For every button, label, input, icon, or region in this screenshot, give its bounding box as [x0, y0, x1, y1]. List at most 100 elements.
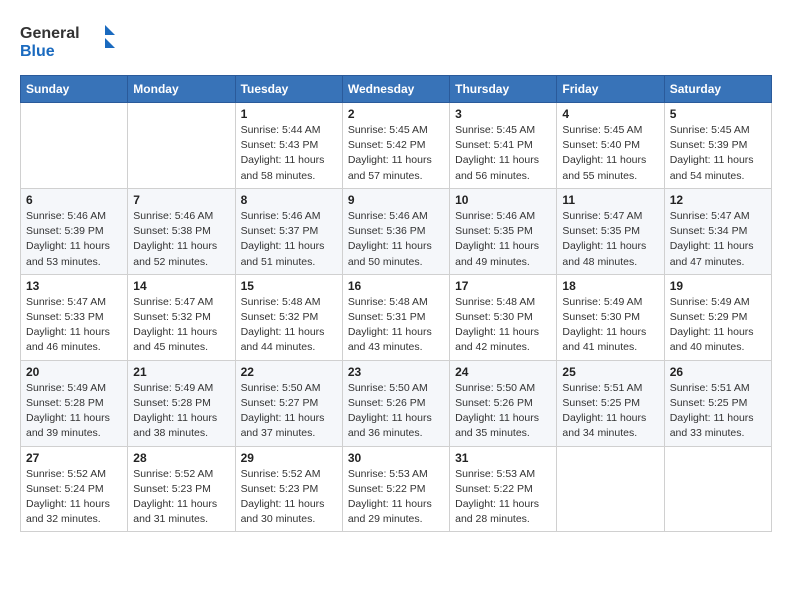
day-number: 12: [670, 193, 766, 207]
svg-text:Blue: Blue: [20, 43, 55, 60]
calendar-cell: 25 Sunrise: 5:51 AM Sunset: 5:25 PM Dayli…: [557, 360, 664, 446]
calendar-cell: 11Sunrise: 5:47 AM Sunset: 5:35 PM Dayli…: [557, 188, 664, 274]
day-info: Sunrise: 5:47 AM Sunset: 5:34 PM Dayligh…: [670, 209, 766, 270]
day-number: 22: [241, 365, 337, 379]
weekday-header-friday: Friday: [557, 76, 664, 103]
day-info: Sunrise: 5:44 AM Sunset: 5:43 PM Dayligh…: [241, 123, 337, 184]
day-number: 29: [241, 451, 337, 465]
calendar-cell: 21 Sunrise: 5:49 AM Sunset: 5:28 PM Dayli…: [128, 360, 235, 446]
day-number: 25: [562, 365, 658, 379]
day-number: 13: [26, 279, 122, 293]
calendar-cell: 30 Sunrise: 5:53 AM Sunset: 5:22 PM Dayli…: [342, 446, 449, 532]
day-number: 4: [562, 107, 658, 121]
calendar-cell: 27 Sunrise: 5:52 AM Sunset: 5:24 PM Dayli…: [21, 446, 128, 532]
day-number: 6: [26, 193, 122, 207]
day-number: 20: [26, 365, 122, 379]
weekday-header-saturday: Saturday: [664, 76, 771, 103]
calendar-cell: 23Sunrise: 5:50 AM Sunset: 5:26 PM Dayli…: [342, 360, 449, 446]
day-info: Sunrise: 5:45 AM Sunset: 5:40 PM Dayligh…: [562, 123, 658, 184]
day-info: Sunrise: 5:45 AM Sunset: 5:39 PM Dayligh…: [670, 123, 766, 184]
calendar-cell: 4 Sunrise: 5:45 AM Sunset: 5:40 PM Daylig…: [557, 103, 664, 189]
day-number: 18: [562, 279, 658, 293]
day-info: Sunrise: 5:50 AM Sunset: 5:26 PM Dayligh…: [455, 381, 551, 442]
weekday-header-monday: Monday: [128, 76, 235, 103]
day-number: 2: [348, 107, 444, 121]
day-info: Sunrise: 5:47 AM Sunset: 5:33 PM Dayligh…: [26, 295, 122, 356]
calendar-cell: 26Sunrise: 5:51 AM Sunset: 5:25 PM Dayli…: [664, 360, 771, 446]
weekday-header-thursday: Thursday: [450, 76, 557, 103]
day-number: 8: [241, 193, 337, 207]
day-number: 17: [455, 279, 551, 293]
day-info: Sunrise: 5:49 AM Sunset: 5:30 PM Dayligh…: [562, 295, 658, 356]
calendar-cell: 13 Sunrise: 5:47 AM Sunset: 5:33 PM Dayli…: [21, 274, 128, 360]
day-number: 5: [670, 107, 766, 121]
calendar-cell: 22Sunrise: 5:50 AM Sunset: 5:27 PM Dayli…: [235, 360, 342, 446]
day-info: Sunrise: 5:48 AM Sunset: 5:32 PM Dayligh…: [241, 295, 337, 356]
day-number: 1: [241, 107, 337, 121]
day-number: 7: [133, 193, 229, 207]
calendar-cell: 3 Sunrise: 5:45 AM Sunset: 5:41 PM Daylig…: [450, 103, 557, 189]
day-number: 26: [670, 365, 766, 379]
header: General Blue: [20, 20, 772, 65]
calendar-cell: 20 Sunrise: 5:49 AM Sunset: 5:28 PM Dayli…: [21, 360, 128, 446]
day-info: Sunrise: 5:46 AM Sunset: 5:36 PM Dayligh…: [348, 209, 444, 270]
day-number: 24: [455, 365, 551, 379]
day-info: Sunrise: 5:45 AM Sunset: 5:42 PM Dayligh…: [348, 123, 444, 184]
day-number: 27: [26, 451, 122, 465]
week-row-1: 1 Sunrise: 5:44 AM Sunset: 5:43 PM Daylig…: [21, 103, 772, 189]
day-number: 3: [455, 107, 551, 121]
calendar-cell: 1 Sunrise: 5:44 AM Sunset: 5:43 PM Daylig…: [235, 103, 342, 189]
weekday-header-sunday: Sunday: [21, 76, 128, 103]
calendar-cell: 5 Sunrise: 5:45 AM Sunset: 5:39 PM Daylig…: [664, 103, 771, 189]
day-number: 21: [133, 365, 229, 379]
day-info: Sunrise: 5:49 AM Sunset: 5:28 PM Dayligh…: [133, 381, 229, 442]
day-number: 19: [670, 279, 766, 293]
day-info: Sunrise: 5:52 AM Sunset: 5:23 PM Dayligh…: [241, 467, 337, 528]
calendar-cell: 8 Sunrise: 5:46 AM Sunset: 5:37 PM Daylig…: [235, 188, 342, 274]
day-number: 30: [348, 451, 444, 465]
day-info: Sunrise: 5:48 AM Sunset: 5:31 PM Dayligh…: [348, 295, 444, 356]
calendar-cell: 6 Sunrise: 5:46 AM Sunset: 5:39 PM Daylig…: [21, 188, 128, 274]
day-info: Sunrise: 5:50 AM Sunset: 5:26 PM Dayligh…: [348, 381, 444, 442]
day-info: Sunrise: 5:49 AM Sunset: 5:29 PM Dayligh…: [670, 295, 766, 356]
day-number: 10: [455, 193, 551, 207]
day-info: Sunrise: 5:45 AM Sunset: 5:41 PM Dayligh…: [455, 123, 551, 184]
calendar-cell: 17Sunrise: 5:48 AM Sunset: 5:30 PM Dayli…: [450, 274, 557, 360]
day-info: Sunrise: 5:51 AM Sunset: 5:25 PM Dayligh…: [562, 381, 658, 442]
day-info: Sunrise: 5:49 AM Sunset: 5:28 PM Dayligh…: [26, 381, 122, 442]
day-info: Sunrise: 5:47 AM Sunset: 5:35 PM Dayligh…: [562, 209, 658, 270]
calendar-cell: 14 Sunrise: 5:47 AM Sunset: 5:32 PM Dayli…: [128, 274, 235, 360]
weekday-header-wednesday: Wednesday: [342, 76, 449, 103]
day-info: Sunrise: 5:52 AM Sunset: 5:23 PM Dayligh…: [133, 467, 229, 528]
calendar-cell: 18 Sunrise: 5:49 AM Sunset: 5:30 PM Dayli…: [557, 274, 664, 360]
day-info: Sunrise: 5:47 AM Sunset: 5:32 PM Dayligh…: [133, 295, 229, 356]
day-info: Sunrise: 5:46 AM Sunset: 5:38 PM Dayligh…: [133, 209, 229, 270]
day-number: 14: [133, 279, 229, 293]
calendar-cell: 28Sunrise: 5:52 AM Sunset: 5:23 PM Dayli…: [128, 446, 235, 532]
calendar-cell: 15 Sunrise: 5:48 AM Sunset: 5:32 PM Dayli…: [235, 274, 342, 360]
calendar-table: SundayMondayTuesdayWednesdayThursdayFrid…: [20, 75, 772, 532]
svg-text:General: General: [20, 25, 80, 42]
calendar-cell: 31Sunrise: 5:53 AM Sunset: 5:22 PM Dayli…: [450, 446, 557, 532]
week-row-2: 6 Sunrise: 5:46 AM Sunset: 5:39 PM Daylig…: [21, 188, 772, 274]
calendar-cell: 2 Sunrise: 5:45 AM Sunset: 5:42 PM Daylig…: [342, 103, 449, 189]
day-number: 31: [455, 451, 551, 465]
day-info: Sunrise: 5:53 AM Sunset: 5:22 PM Dayligh…: [348, 467, 444, 528]
day-info: Sunrise: 5:46 AM Sunset: 5:35 PM Dayligh…: [455, 209, 551, 270]
calendar-cell: 24 Sunrise: 5:50 AM Sunset: 5:26 PM Dayli…: [450, 360, 557, 446]
day-number: 15: [241, 279, 337, 293]
day-number: 16: [348, 279, 444, 293]
day-info: Sunrise: 5:52 AM Sunset: 5:24 PM Dayligh…: [26, 467, 122, 528]
calendar-cell: 12 Sunrise: 5:47 AM Sunset: 5:34 PM Dayli…: [664, 188, 771, 274]
day-number: 9: [348, 193, 444, 207]
weekday-header-row: SundayMondayTuesdayWednesdayThursdayFrid…: [21, 76, 772, 103]
day-info: Sunrise: 5:46 AM Sunset: 5:37 PM Dayligh…: [241, 209, 337, 270]
logo-svg: General Blue: [20, 20, 115, 65]
logo: General Blue: [20, 20, 115, 65]
calendar-cell: [664, 446, 771, 532]
day-info: Sunrise: 5:46 AM Sunset: 5:39 PM Dayligh…: [26, 209, 122, 270]
page: General Blue SundayMondayTuesdayWednesda…: [0, 0, 792, 542]
calendar-cell: 29 Sunrise: 5:52 AM Sunset: 5:23 PM Dayli…: [235, 446, 342, 532]
calendar-cell: [128, 103, 235, 189]
calendar-cell: 10 Sunrise: 5:46 AM Sunset: 5:35 PM Dayli…: [450, 188, 557, 274]
